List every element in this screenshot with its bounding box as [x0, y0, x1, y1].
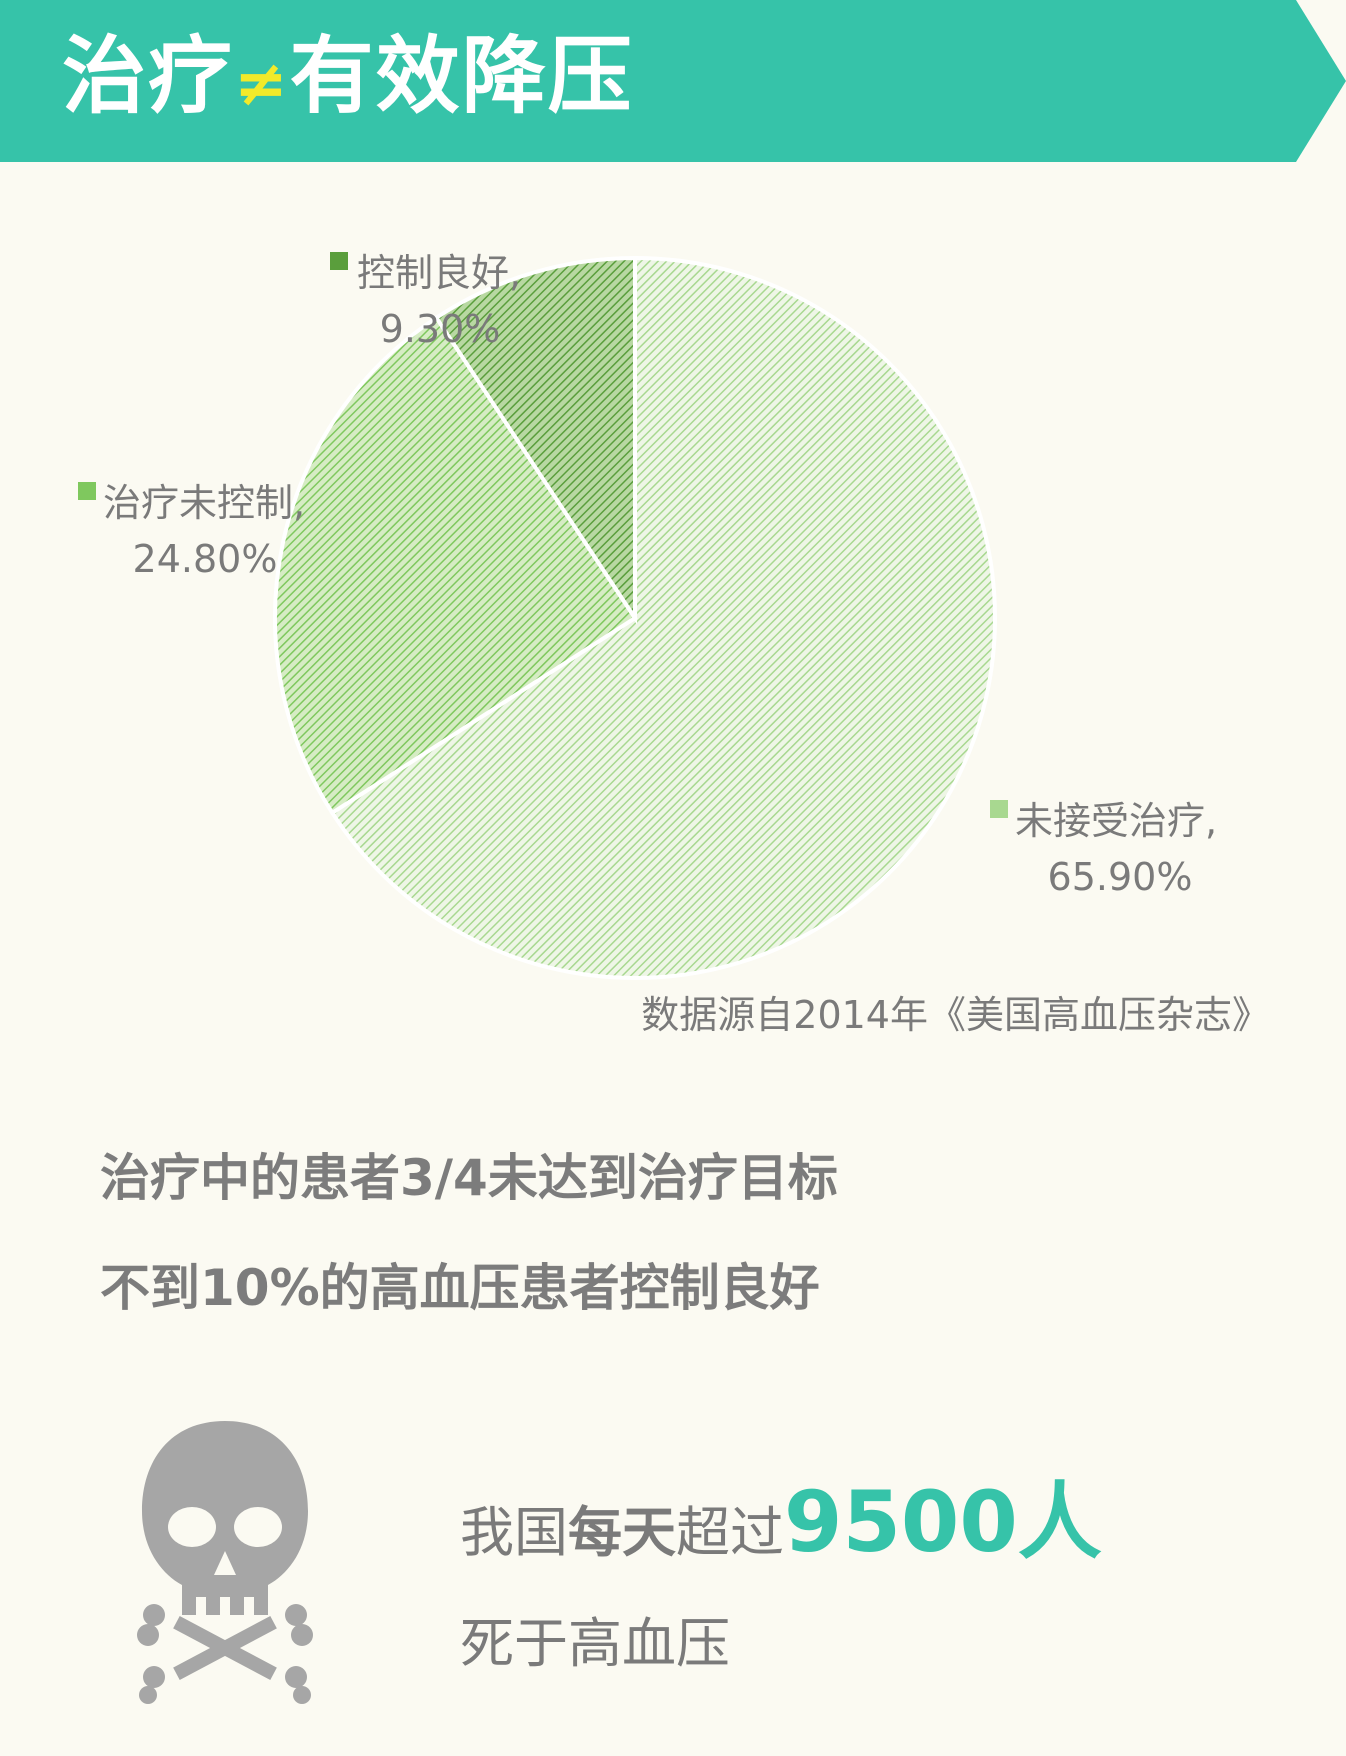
- death-text-3: 超过: [676, 1501, 784, 1564]
- pie-chart: 未接受治疗, 65.90% 治疗未控制, 24.80% 控制良好, 9.30% 数据源自2…: [78, 251, 1270, 1037]
- page-title: 治疗≠有效降压: [62, 26, 634, 134]
- slice-label: 治疗未控制,: [103, 481, 305, 525]
- slice-label: 控制良好,: [357, 251, 521, 295]
- skull-crossbones-icon: [137, 1421, 313, 1704]
- death-count: 9500人: [784, 1473, 1102, 1571]
- chart-source-note: 数据源自2014年《美国高血压杂志》: [641, 993, 1270, 1037]
- legend-swatch: [330, 252, 348, 270]
- title-suffix: 有效降压: [289, 27, 634, 125]
- slice-value-label: 24.80%: [133, 537, 278, 581]
- death-text-1: 我国: [460, 1501, 568, 1564]
- slice-value-label: 9.30%: [380, 307, 501, 351]
- slice-label: 未接受治疗,: [1015, 799, 1217, 843]
- death-stat-line: 我国每天超过9500人: [460, 1480, 1102, 1573]
- title-banner: 治疗≠有效降压: [0, 0, 1346, 162]
- legend-swatch: [990, 800, 1008, 818]
- slice-value-label: 65.90%: [1048, 855, 1193, 899]
- headline-1: 治疗中的患者3/4未达到治疗目标: [100, 1149, 838, 1207]
- death-stat-line-2: 死于高血压: [460, 1612, 730, 1675]
- legend-swatch: [78, 482, 96, 500]
- death-text-every-day: 每天: [568, 1501, 676, 1564]
- title-prefix: 治疗: [62, 27, 235, 125]
- headline-2: 不到10%的高血压患者控制良好: [100, 1259, 820, 1317]
- not-equal-sign: ≠: [234, 47, 290, 121]
